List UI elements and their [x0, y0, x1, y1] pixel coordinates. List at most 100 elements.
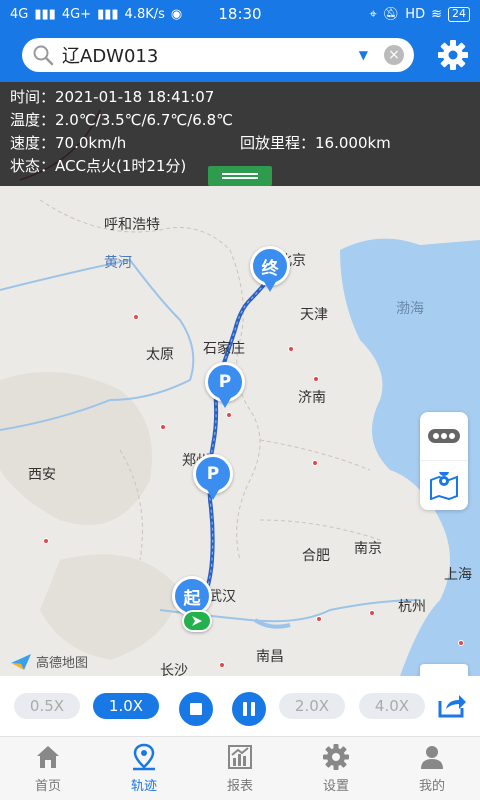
share-button[interactable] [437, 693, 467, 719]
pause-icon [243, 702, 255, 716]
city-nanchang: 南昌 [256, 649, 284, 665]
map-tool-panel [420, 412, 468, 510]
tab-track[interactable]: 轨迹 [104, 743, 184, 794]
speed-0-5x-button[interactable]: 0.5X [14, 693, 80, 719]
tab-track-label: 轨迹 [130, 779, 157, 794]
city-hefei: 合肥 [302, 548, 330, 564]
gear-icon [438, 40, 468, 70]
parking-marker[interactable]: P [193, 454, 233, 504]
map-layer-icon [430, 471, 458, 500]
more-icon [428, 429, 460, 443]
speed-4-0x-button[interactable]: 4.0X [359, 693, 425, 719]
info-mileage: 回放里程：16.000km [240, 134, 391, 152]
clear-icon[interactable]: × [384, 45, 404, 65]
info-row: 温度：2.0℃/3.5℃/6.7℃/6.8℃ [10, 109, 470, 132]
city-dot [288, 346, 294, 352]
tab-mine[interactable]: 我的 [392, 743, 472, 794]
wechat-icon: ◉ [170, 6, 183, 22]
city-dot [43, 538, 49, 544]
zoom-in-button[interactable]: + [420, 664, 468, 676]
city-nanjing: 南京 [354, 541, 382, 557]
status-right: ⌖ 🔕︎ HD ≋ 24 [369, 6, 470, 22]
tab-settings[interactable]: 设置 [296, 743, 376, 794]
signal-1: 4G [10, 6, 29, 22]
city-tianjin: 天津 [300, 307, 328, 323]
location-icon: ⌖ [369, 6, 377, 22]
share-icon [438, 695, 466, 718]
tab-home-label: 首页 [34, 779, 61, 794]
stop-button[interactable] [179, 692, 213, 726]
city-dot [160, 424, 166, 430]
city-xian: 西安 [28, 467, 56, 483]
city-taiyuan: 太原 [146, 347, 174, 363]
dropdown-caret-icon[interactable]: ▼ [359, 48, 368, 62]
status-bar: 4G ▮▮▮ 4G+ ▮▮▮ 4.8K/s ◉ 18:30 ⌖ 🔕︎ HD ≋ … [0, 0, 480, 28]
user-icon [421, 746, 443, 769]
playback-bar: 0.5X 1.0X 2.0X 4.0X [0, 676, 480, 736]
signal-bars-icon: ▮▮▮ [97, 6, 119, 22]
city-dot [133, 314, 139, 320]
pin-tip [206, 488, 220, 500]
info-panel-toggle[interactable] [208, 166, 272, 186]
map-provider-logo: 高德地图 [10, 652, 88, 671]
city-wuhan: 武汉 [208, 589, 236, 605]
track-route [195, 273, 274, 614]
handle-line [222, 177, 258, 179]
city-hangzhou: 杭州 [398, 599, 426, 615]
pause-button[interactable] [232, 692, 266, 726]
info-temperature: 温度：2.0℃/3.5℃/6.7℃/6.8℃ [10, 111, 233, 129]
vehicle-marker[interactable] [182, 610, 212, 632]
mute-icon: 🔕︎ [382, 6, 400, 22]
city-changsha: 长沙 [160, 663, 188, 676]
city-dot [369, 610, 375, 616]
stop-icon [190, 703, 202, 715]
tab-report-label: 报表 [226, 779, 253, 794]
speed-2-0x-button[interactable]: 2.0X [279, 693, 345, 719]
city-jinan: 济南 [298, 390, 326, 406]
wifi-icon: ≋ [431, 6, 442, 22]
tab-settings-label: 设置 [322, 779, 349, 794]
car-arrow-icon [192, 616, 202, 626]
info-state: 状态：ACC点火(1时21分) [10, 157, 187, 175]
city-huhehaote: 呼和浩特 [104, 217, 160, 233]
settings-icon [323, 744, 349, 770]
river-huanghe: 黄河 [104, 255, 132, 271]
city-dot [312, 460, 318, 466]
map-provider-name: 高德地图 [36, 656, 89, 671]
sea-bohai: 渤海 [396, 301, 424, 317]
map-layer-button[interactable] [420, 461, 468, 510]
city-shanghai: 上海 [444, 567, 472, 583]
settings-gear-button[interactable] [436, 38, 470, 72]
tab-home[interactable]: 首页 [8, 743, 88, 794]
signal-bars-icon: ▮▮▮ [34, 6, 56, 22]
vehicle-search[interactable]: 辽ADW013 ▼ × [22, 38, 414, 72]
end-marker[interactable]: 终 [250, 246, 290, 296]
city-dot [219, 662, 225, 668]
city-dot [226, 412, 232, 418]
city-shijiazhuang: 石家庄 [203, 341, 245, 357]
bottom-tab-bar: 首页 轨迹 报表 设置 我的 [0, 736, 480, 800]
info-time: 时间：2021-01-18 18:41:07 [10, 88, 215, 106]
info-speed: 速度：70.0km/h [10, 134, 127, 152]
search-value[interactable]: 辽ADW013 [62, 42, 359, 68]
tab-report[interactable]: 报表 [200, 743, 280, 794]
more-options-button[interactable] [420, 412, 468, 461]
amap-logo-icon [11, 653, 31, 670]
pin-tip [263, 280, 277, 292]
speed-1-0x-button[interactable]: 1.0X [93, 693, 159, 719]
home-icon [37, 746, 59, 768]
battery-indicator: 24 [448, 6, 470, 22]
tab-mine-label: 我的 [418, 779, 445, 794]
signal-2: 4G+ [61, 6, 92, 22]
hd-label: HD [405, 6, 426, 22]
info-row: 速度：70.0km/h 回放里程：16.000km [10, 132, 470, 155]
app-header: 辽ADW013 ▼ × [0, 28, 480, 82]
city-dot [313, 376, 319, 382]
status-left: 4G ▮▮▮ 4G+ ▮▮▮ 4.8K/s ◉ [10, 7, 182, 22]
city-dot [458, 640, 464, 646]
report-icon [228, 745, 252, 769]
search-icon [33, 45, 54, 66]
parking-marker[interactable]: P [205, 362, 245, 412]
net-speed: 4.8K/s [124, 6, 165, 22]
info-row: 时间：2021-01-18 18:41:07 [10, 86, 470, 109]
